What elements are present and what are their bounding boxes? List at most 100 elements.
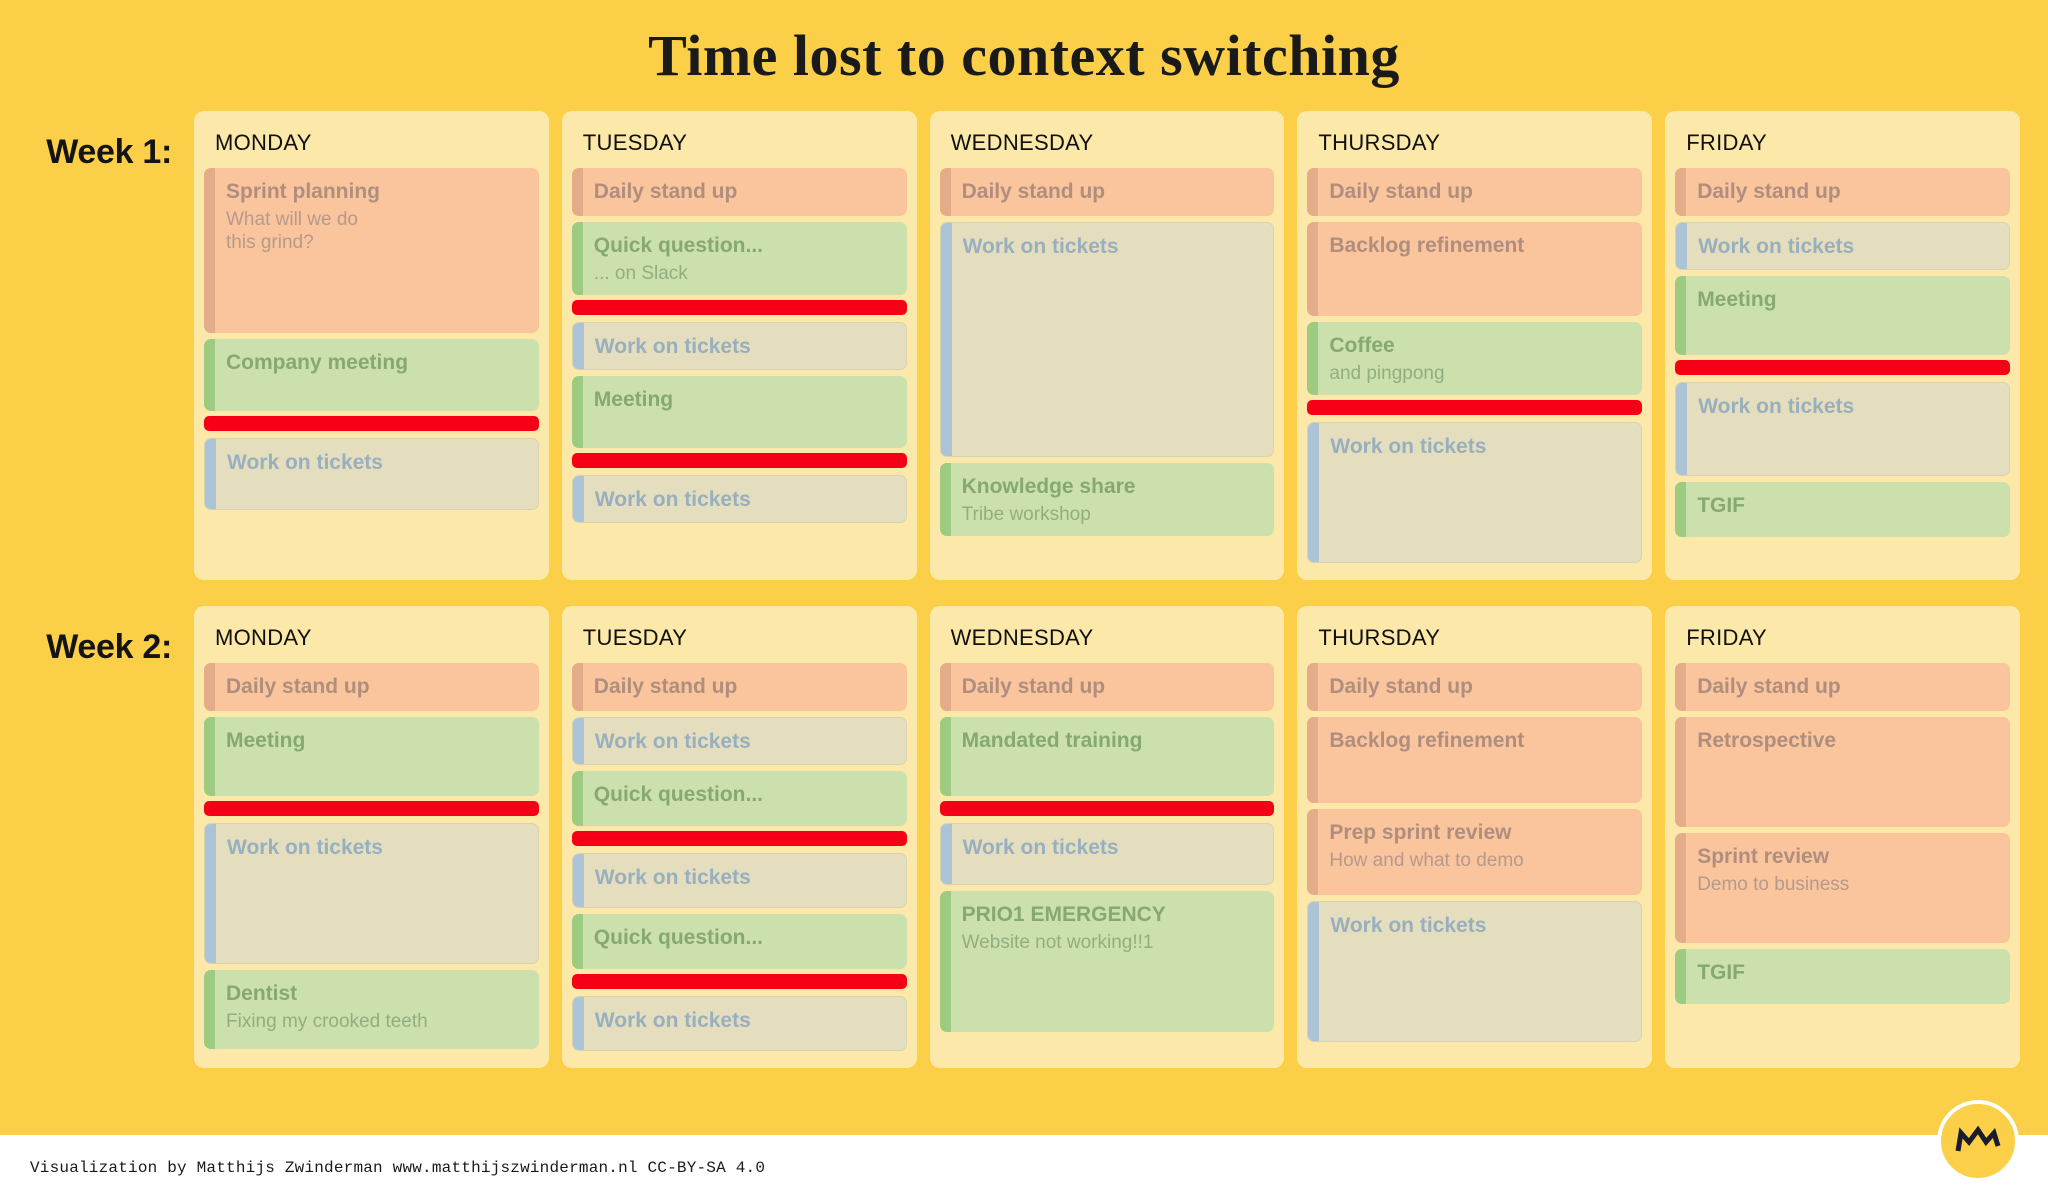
- calendar-event[interactable]: Backlog refinement: [1307, 717, 1643, 804]
- credit-text: Visualization by Matthijs Zwinderman www…: [30, 1159, 766, 1177]
- event-title: TGIF: [1697, 494, 1746, 518]
- event-category-stripe: [205, 438, 216, 509]
- event-title: Sprint planning: [226, 179, 380, 203]
- event-title: Daily stand up: [593, 675, 738, 699]
- event-subtitle: Tribe workshop: [961, 504, 1091, 526]
- calendar-event[interactable]: Coffee and pingpong: [1307, 321, 1643, 396]
- event-title: Work on tickets: [1698, 234, 1855, 258]
- day-name: TUESDAY: [582, 625, 688, 651]
- calendar-event[interactable]: Work on tickets: [571, 322, 907, 371]
- calendar-event[interactable]: Mandated training: [939, 717, 1275, 797]
- event-title: Backlog refinement: [1329, 233, 1525, 257]
- calendar-event[interactable]: Work on tickets: [1675, 382, 2010, 477]
- event-subtitle: Fixing my crooked teeth: [226, 1011, 428, 1033]
- event-category-stripe: [205, 824, 216, 964]
- event-category-stripe: [572, 997, 584, 1051]
- calendar-event[interactable]: Retrospective: [1675, 717, 2010, 828]
- event-category-stripe: [204, 717, 215, 797]
- event-title: Backlog refinement: [1329, 729, 1525, 753]
- calendar-event[interactable]: TGIF: [1675, 949, 2010, 1005]
- calendar-event[interactable]: PRIO1 EMERGENCY Website not working!!1: [939, 891, 1275, 1033]
- week-panel-1: MONDAY Sprint planning What will we do thi…: [194, 110, 2020, 581]
- event-title: Dentist: [226, 982, 298, 1006]
- calendar-event[interactable]: Backlog refinement: [1307, 221, 1643, 316]
- event-category-stripe: [1675, 167, 1687, 216]
- event-title: Work on tickets: [594, 335, 751, 359]
- day-card: FRIDAY Daily stand up Retrospective Sprint …: [1665, 606, 2020, 1069]
- day-card: WEDNESDAY Daily stand up Work on tickets Kn…: [929, 110, 1285, 581]
- calendar-event[interactable]: Work on tickets: [571, 853, 907, 909]
- calendar-event[interactable]: Dentist Fixing my crooked teeth: [204, 970, 539, 1050]
- event-list: Daily stand up Work on tickets Meeting Work…: [1675, 167, 2010, 543]
- event-title: Work on tickets: [594, 730, 751, 754]
- event-title: Work on tickets: [1330, 435, 1487, 459]
- calendar-event[interactable]: Work on tickets: [1307, 901, 1643, 1043]
- calendar-event[interactable]: Daily stand up: [939, 167, 1275, 216]
- event-title: Quick question...: [593, 783, 763, 807]
- calendar-event[interactable]: Meeting: [571, 376, 907, 449]
- crown-logo-icon: [1955, 1125, 2001, 1152]
- event-title: TGIF: [1697, 961, 1746, 985]
- day-name: MONDAY: [215, 129, 312, 155]
- event-category-stripe: [572, 323, 584, 370]
- day-name: MONDAY: [215, 625, 312, 651]
- event-category-stripe: [571, 221, 583, 296]
- calendar-event[interactable]: Work on tickets: [939, 221, 1275, 457]
- calendar-event[interactable]: Daily stand up: [571, 167, 907, 216]
- calendar-event[interactable]: Work on tickets: [1675, 221, 2010, 271]
- calendar-event[interactable]: Prep sprint review How and what to demo: [1307, 809, 1643, 896]
- calendar-event[interactable]: Work on tickets: [204, 823, 539, 965]
- event-title: Daily stand up: [961, 675, 1106, 699]
- event-title: Meeting: [226, 729, 306, 753]
- calendar-event[interactable]: Work on tickets: [571, 717, 907, 766]
- event-category-stripe: [939, 717, 951, 797]
- event-subtitle: Demo to business: [1697, 874, 1850, 896]
- event-title: Coffee: [1329, 333, 1395, 357]
- calendar-event[interactable]: Daily stand up: [204, 663, 539, 712]
- event-category-stripe: [1675, 949, 1687, 1005]
- day-name: FRIDAY: [1686, 129, 1768, 155]
- event-subtitle: and pingpong: [1329, 363, 1445, 385]
- calendar-event[interactable]: Meeting: [204, 717, 539, 797]
- event-list: Daily stand up Backlog refinement Prep spr…: [1307, 663, 1643, 1048]
- calendar-event[interactable]: Quick question... ... on Slack: [571, 221, 907, 296]
- calendar-event[interactable]: Quick question...: [571, 771, 907, 827]
- event-subtitle: How and what to demo: [1329, 850, 1524, 872]
- event-title: Daily stand up: [226, 675, 370, 699]
- calendar-event[interactable]: Work on tickets: [571, 475, 907, 524]
- calendar-event[interactable]: Company meeting: [204, 338, 539, 411]
- event-title: Work on tickets: [594, 1009, 751, 1033]
- event-title: Quick question...: [593, 926, 763, 950]
- calendar-event[interactable]: Work on tickets: [204, 437, 539, 510]
- event-category-stripe: [1675, 717, 1687, 828]
- event-category-stripe: [1675, 276, 1687, 356]
- calendar-event[interactable]: Quick question...: [571, 914, 907, 970]
- calendar-event[interactable]: Work on tickets: [571, 996, 907, 1052]
- calendar-event[interactable]: Daily stand up: [1675, 167, 2010, 216]
- day-card: MONDAY Daily stand up Meeting Work on ticke…: [194, 606, 549, 1069]
- calendar-event[interactable]: Sprint planning What will we do this grin…: [204, 167, 539, 333]
- calendar-event[interactable]: Daily stand up: [571, 663, 907, 712]
- event-category-stripe: [939, 663, 951, 712]
- event-category-stripe: [571, 771, 583, 827]
- calendar-event[interactable]: Daily stand up: [1307, 167, 1643, 216]
- event-category-stripe: [204, 338, 215, 411]
- calendar-event[interactable]: Knowledge share Tribe workshop: [939, 462, 1275, 537]
- event-category-stripe: [1307, 167, 1319, 216]
- calendar-event[interactable]: Sprint review Demo to business: [1675, 833, 2010, 944]
- calendar-event[interactable]: Daily stand up: [1307, 663, 1643, 712]
- event-category-stripe: [940, 824, 952, 885]
- event-category-stripe: [1676, 383, 1688, 476]
- event-list: Daily stand up Meeting Work on tickets Dent…: [204, 663, 539, 1055]
- calendar-event[interactable]: Work on tickets: [939, 823, 1275, 886]
- event-list: Daily stand up Work on tickets Quick quest…: [571, 663, 907, 1057]
- calendar-event[interactable]: Meeting: [1675, 276, 2010, 356]
- calendar-event[interactable]: Work on tickets: [1307, 422, 1643, 564]
- event-category-stripe: [572, 718, 584, 765]
- calendar-event[interactable]: TGIF: [1675, 482, 2010, 538]
- calendar-event[interactable]: Daily stand up: [939, 663, 1275, 712]
- event-category-stripe: [1675, 833, 1687, 944]
- event-title: Daily stand up: [1697, 675, 1841, 699]
- event-category-stripe: [571, 663, 583, 712]
- calendar-event[interactable]: Daily stand up: [1675, 663, 2010, 712]
